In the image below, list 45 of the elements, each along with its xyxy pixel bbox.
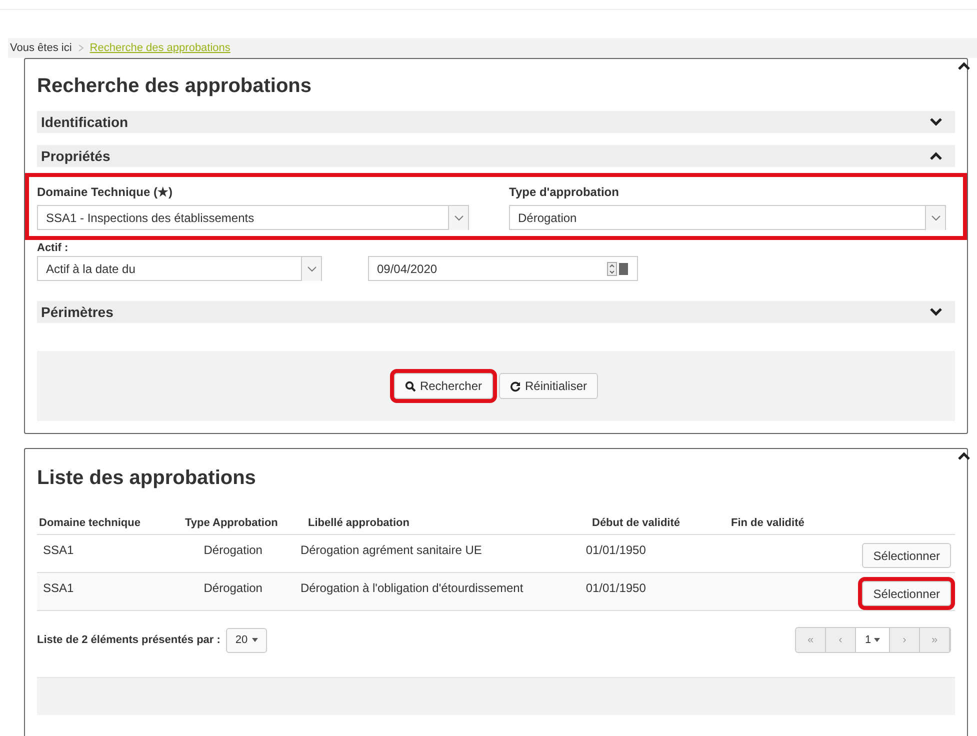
caret-icon (874, 638, 880, 642)
dropdown-caret-icon (306, 266, 316, 272)
chevron-down-icon[interactable] (929, 117, 943, 127)
collapse-chevron-icon[interactable] (957, 61, 971, 71)
breadcrumb-label: Vous êtes ici (10, 40, 72, 56)
table-cell-text: SSA1 (42, 542, 75, 559)
column-header: Fin de validité (731, 516, 806, 532)
type-select[interactable]: Dérogation (509, 205, 946, 230)
dropdown-caret-icon (930, 214, 940, 220)
table-cell-text: Dérogation à l'obligation d'étourdissement (300, 580, 524, 597)
table-cell-text: Dérogation (202, 580, 264, 597)
collapse-chevron-icon[interactable] (957, 451, 971, 461)
section-header[interactable]: Identification (37, 111, 955, 133)
list-summary: Liste de 2 éléments présentés par : (37, 632, 220, 648)
search-icon (404, 380, 416, 392)
reset-button[interactable]: Réinitialiser (499, 373, 598, 399)
column-header: Début de validité (592, 516, 682, 532)
chevron-down-icon[interactable] (929, 307, 943, 317)
select-button[interactable]: Sélectionner (862, 543, 951, 568)
refresh-icon (510, 380, 521, 392)
breadcrumb-separator-icon (78, 44, 84, 52)
page-size-select[interactable]: 20 (226, 628, 267, 652)
table-cell-text: Dérogation (202, 542, 264, 559)
table-cell-text: 01/01/1950 (584, 580, 647, 597)
dropdown-caret-icon (454, 214, 464, 220)
section-header[interactable]: Propriétés (37, 145, 955, 167)
column-header: Domaine technique (38, 516, 142, 532)
field-label: Domaine Technique (★) (37, 184, 174, 201)
panel-title: Recherche des approbations (37, 74, 313, 99)
field-label: Type d'approbation (509, 184, 620, 201)
domaine-select[interactable]: SSA1 - Inspections des établissements (37, 205, 469, 230)
actif-select[interactable]: Actif à la date du (37, 256, 322, 281)
caret-icon (252, 638, 258, 642)
section-header[interactable]: Périmètres (37, 301, 955, 323)
column-header: Type Approbation (184, 516, 279, 532)
field-label: Actif : (37, 242, 70, 254)
date-field[interactable]: 09/04/2020 (368, 256, 638, 281)
table-cell-text: SSA1 (42, 580, 75, 597)
table-cell-text: 01/01/1950 (584, 542, 647, 559)
chevron-up-icon[interactable] (929, 151, 943, 161)
date-spinner-icon (607, 262, 629, 276)
table-cell-text: Dérogation agrément sanitaire UE (300, 542, 483, 559)
page-select[interactable]: 1 (856, 628, 890, 652)
panel-title: Liste des approbations (37, 466, 257, 491)
column-header: Libellé approbation (307, 516, 410, 532)
